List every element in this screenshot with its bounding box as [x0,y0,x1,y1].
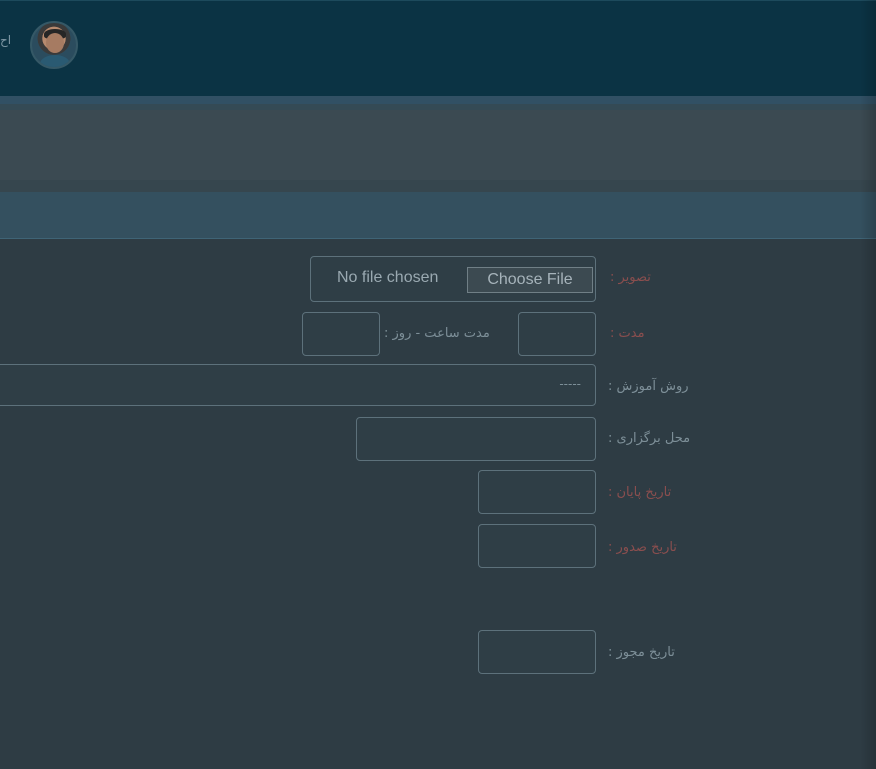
permit-date-input[interactable] [478,630,596,674]
duration-input[interactable] [518,312,596,356]
page: اح تصویر : No file chosen Choose File مد… [0,0,876,769]
issue-date-input[interactable] [478,524,596,568]
file-status-text: No file chosen [337,269,439,286]
hours-days-input[interactable] [302,312,380,356]
duration-label: مدت : [610,326,645,341]
issue-date-label: تاریخ صدور : [608,540,677,555]
image-label: تصویر : [610,270,651,285]
choose-file-button[interactable]: Choose File [467,267,593,293]
top-header-bar: اح [0,0,876,97]
avatar-shirt [40,55,70,67]
permit-date-label: تاریخ مجوز : [608,645,675,660]
training-method-select[interactable]: ----- [0,364,596,406]
training-method-label: روش آموزش : [608,379,689,394]
image-file-input[interactable]: No file chosen Choose File [310,256,596,302]
header-divider [0,96,876,104]
venue-label: محل برگزاری : [608,431,691,446]
form-content-area [0,239,876,769]
banner-bottom-strip [0,180,876,192]
right-edge-shadow [860,0,876,769]
end-date-label: تاریخ پایان : [608,485,672,500]
venue-input[interactable] [356,417,596,461]
user-avatar[interactable] [30,21,78,69]
user-name[interactable]: اح [0,33,18,47]
page-banner [0,110,876,180]
training-method-selected-value: ----- [559,377,581,391]
avatar-face [46,33,64,53]
hours-days-label: مدت ساعت - روز : [384,326,490,341]
form-section-header [0,192,876,239]
end-date-input[interactable] [478,470,596,514]
